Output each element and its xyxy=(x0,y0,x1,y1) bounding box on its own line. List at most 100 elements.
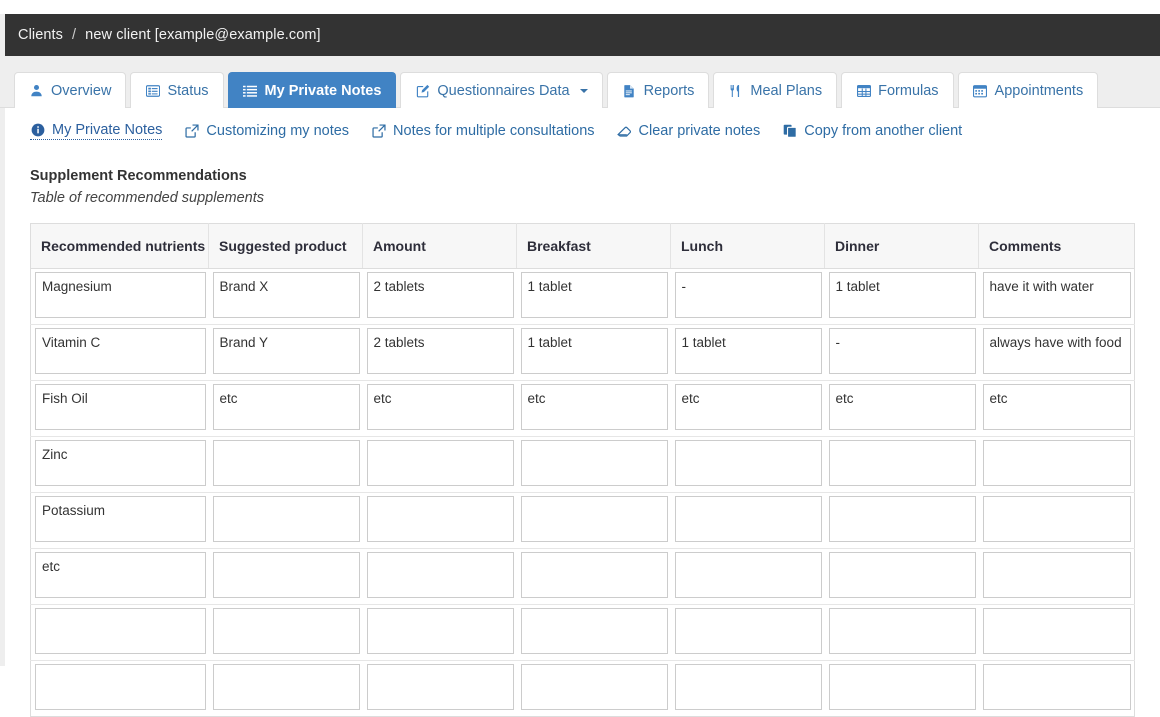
cell-input-lunch[interactable] xyxy=(674,272,822,318)
table-body xyxy=(30,268,1135,717)
table-cell xyxy=(978,548,1135,605)
subnav-copy-from-another-client[interactable]: Copy from another client xyxy=(782,123,962,139)
tab-reports[interactable]: Reports xyxy=(606,72,710,108)
table-row xyxy=(30,380,1135,437)
cell-input-amount[interactable] xyxy=(366,384,514,430)
cell-input-suggested-product[interactable] xyxy=(212,664,360,710)
table-cell xyxy=(670,548,825,605)
cell-input-breakfast[interactable] xyxy=(520,328,668,374)
cell-input-recommended-nutrients[interactable] xyxy=(35,328,206,374)
cell-input-lunch[interactable] xyxy=(674,496,822,542)
cell-input-lunch[interactable] xyxy=(674,664,822,710)
cell-input-suggested-product[interactable] xyxy=(212,272,360,318)
cell-input-comments[interactable] xyxy=(982,496,1131,542)
list-icon xyxy=(243,83,258,98)
table-cell xyxy=(670,324,825,381)
cell-input-suggested-product[interactable] xyxy=(212,552,360,598)
cell-input-suggested-product[interactable] xyxy=(212,328,360,374)
cell-input-comments[interactable] xyxy=(982,384,1131,430)
cell-input-suggested-product[interactable] xyxy=(212,496,360,542)
cell-input-lunch[interactable] xyxy=(674,552,822,598)
cell-input-breakfast[interactable] xyxy=(520,552,668,598)
cell-input-suggested-product[interactable] xyxy=(212,608,360,654)
table-cell xyxy=(362,548,517,605)
table-cell xyxy=(824,380,979,437)
cell-input-dinner[interactable] xyxy=(828,440,976,486)
table-cell xyxy=(30,436,209,493)
table-cell xyxy=(208,380,363,437)
cell-input-amount[interactable] xyxy=(366,496,514,542)
table-cell xyxy=(516,380,671,437)
subnav-my-private-notes[interactable]: My Private Notes xyxy=(30,122,163,140)
table-cell xyxy=(516,548,671,605)
cell-input-comments[interactable] xyxy=(982,440,1131,486)
cell-input-breakfast[interactable] xyxy=(520,664,668,710)
tab-appointments[interactable]: Appointments xyxy=(957,72,1099,108)
cell-input-dinner[interactable] xyxy=(828,608,976,654)
cell-input-recommended-nutrients[interactable] xyxy=(35,552,206,598)
cell-input-lunch[interactable] xyxy=(674,608,822,654)
cell-input-amount[interactable] xyxy=(366,440,514,486)
table-row xyxy=(30,324,1135,381)
tab-formulas[interactable]: Formulas xyxy=(841,72,954,108)
cell-input-breakfast[interactable] xyxy=(520,384,668,430)
cell-input-comments[interactable] xyxy=(982,552,1131,598)
cell-input-comments[interactable] xyxy=(982,328,1131,374)
column-header-suggested-product: Suggested product xyxy=(208,223,363,269)
cell-input-recommended-nutrients[interactable] xyxy=(35,664,206,710)
cell-input-amount[interactable] xyxy=(366,608,514,654)
cell-input-dinner[interactable] xyxy=(828,496,976,542)
tab-meal-plans[interactable]: Meal Plans xyxy=(713,72,838,108)
subnav-customizing-my-notes[interactable]: Customizing my notes xyxy=(184,123,349,139)
cell-input-breakfast[interactable] xyxy=(520,440,668,486)
sub-navigation: My Private Notes Customizing my notes No… xyxy=(0,108,1160,142)
tab-my-private-notes[interactable]: My Private Notes xyxy=(227,72,397,108)
tab-overview-label: Overview xyxy=(51,82,112,99)
tab-overview[interactable]: Overview xyxy=(14,72,127,108)
table-cell xyxy=(824,436,979,493)
cell-input-recommended-nutrients[interactable] xyxy=(35,272,206,318)
cell-input-recommended-nutrients[interactable] xyxy=(35,496,206,542)
cell-input-suggested-product[interactable] xyxy=(212,440,360,486)
cell-input-breakfast[interactable] xyxy=(520,496,668,542)
tab-questionnaires-data[interactable]: Questionnaires Data xyxy=(400,72,603,108)
cell-input-dinner[interactable] xyxy=(828,384,976,430)
cell-input-amount[interactable] xyxy=(366,272,514,318)
breadcrumb-root[interactable]: Clients xyxy=(18,27,63,43)
cell-input-amount[interactable] xyxy=(366,552,514,598)
cell-input-dinner[interactable] xyxy=(828,664,976,710)
table-cell xyxy=(516,604,671,661)
cell-input-amount[interactable] xyxy=(366,328,514,374)
cell-input-lunch[interactable] xyxy=(674,328,822,374)
table-cell xyxy=(978,268,1135,325)
tab-my-private-notes-label: My Private Notes xyxy=(264,82,382,99)
cell-input-breakfast[interactable] xyxy=(520,608,668,654)
subnav-clear-private-notes[interactable]: Clear private notes xyxy=(616,123,760,139)
table-cell xyxy=(670,604,825,661)
cell-input-suggested-product[interactable] xyxy=(212,384,360,430)
cell-input-dinner[interactable] xyxy=(828,272,976,318)
cell-input-comments[interactable] xyxy=(982,272,1131,318)
section-header: Supplement Recommendations Table of reco… xyxy=(0,142,1160,206)
top-white-band xyxy=(0,0,1160,14)
column-header-breakfast: Breakfast xyxy=(516,223,671,269)
table-cell xyxy=(516,268,671,325)
cell-input-lunch[interactable] xyxy=(674,440,822,486)
cell-input-recommended-nutrients[interactable] xyxy=(35,384,206,430)
tab-reports-label: Reports xyxy=(643,82,695,99)
cell-input-comments[interactable] xyxy=(982,664,1131,710)
cell-input-lunch[interactable] xyxy=(674,384,822,430)
file-text-icon xyxy=(622,83,637,98)
cell-input-amount[interactable] xyxy=(366,664,514,710)
info-circle-icon xyxy=(30,123,45,138)
tab-status[interactable]: Status xyxy=(130,72,224,108)
cell-input-dinner[interactable] xyxy=(828,328,976,374)
table-cell xyxy=(362,324,517,381)
subnav-notes-multiple-consultations[interactable]: Notes for multiple consultations xyxy=(371,123,595,139)
cell-input-breakfast[interactable] xyxy=(520,272,668,318)
page-left-gutter xyxy=(0,14,5,666)
cell-input-recommended-nutrients[interactable] xyxy=(35,440,206,486)
cell-input-dinner[interactable] xyxy=(828,552,976,598)
cell-input-recommended-nutrients[interactable] xyxy=(35,608,206,654)
cell-input-comments[interactable] xyxy=(982,608,1131,654)
